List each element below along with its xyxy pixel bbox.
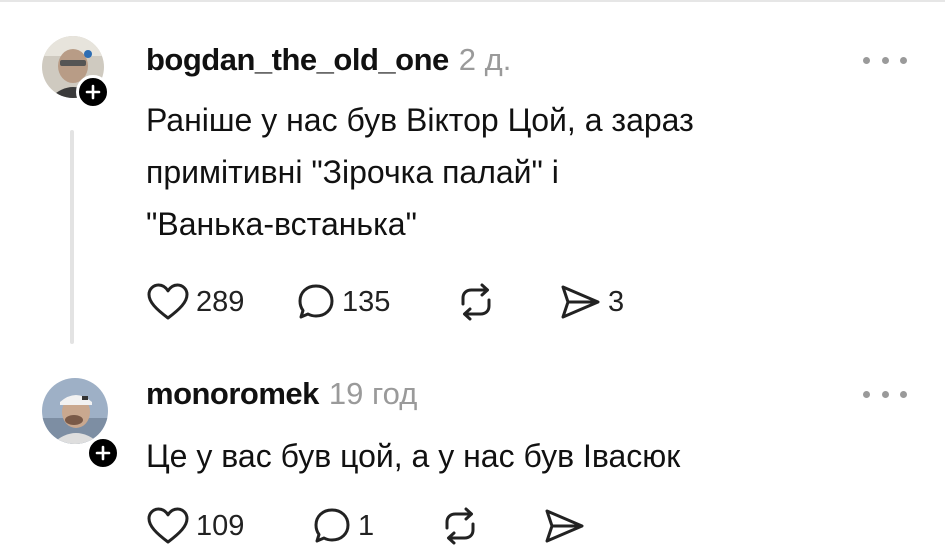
share-button[interactable]: 3: [558, 280, 624, 324]
follow-button[interactable]: [76, 75, 110, 109]
post-text: Це у вас був цой, а у нас був Івасюк: [146, 430, 886, 482]
plus-icon: [85, 84, 101, 100]
reply-button[interactable]: 135: [296, 280, 454, 324]
like-button[interactable]: 289: [146, 280, 296, 324]
repost-arrows-icon: [445, 507, 475, 545]
speech-bubble-icon: [298, 284, 334, 319]
avatar[interactable]: [42, 378, 108, 444]
post-text-line: примітивні "Зірочка палай" і: [146, 154, 559, 190]
timestamp: 19 год: [328, 376, 418, 411]
username[interactable]: bogdan_the_old_one: [146, 42, 449, 78]
post-item: bogdan_the_old_one 2 д. Раніше у нас був…: [0, 0, 945, 360]
heart-icon: [147, 283, 189, 320]
more-options-button[interactable]: [863, 384, 907, 404]
more-options-button[interactable]: [863, 50, 907, 70]
repost-arrows-icon: [461, 283, 491, 321]
heart-icon: [147, 507, 189, 544]
ellipsis-icon: [863, 390, 870, 398]
repost-button[interactable]: [438, 504, 542, 548]
post-header: bogdan_the_old_one 2 д.: [146, 42, 511, 78]
reply-count: 1: [358, 509, 375, 542]
post-text-line: "Ванька-встанька": [146, 206, 417, 242]
post-header: monoromek 19 год: [146, 376, 417, 412]
post-actions: 109 1: [146, 504, 586, 548]
timestamp: 2 д.: [458, 42, 512, 77]
speech-bubble-icon: [314, 508, 350, 543]
send-icon: [561, 285, 600, 319]
follow-button[interactable]: [86, 436, 120, 470]
reply-count: 135: [342, 285, 391, 318]
post-text: Раніше у нас був Віктор Цой, а зараз при…: [146, 94, 886, 250]
thread-line: [70, 130, 74, 344]
plus-icon: [95, 445, 111, 461]
share-count: 3: [608, 285, 625, 318]
share-button[interactable]: [542, 504, 586, 548]
reply-button[interactable]: 1: [312, 504, 438, 548]
username[interactable]: monoromek: [146, 376, 319, 412]
ellipsis-icon: [863, 56, 870, 64]
like-button[interactable]: 109: [146, 504, 312, 548]
post-text-line: Раніше у нас був Віктор Цой, а зараз: [146, 102, 694, 138]
repost-button[interactable]: [454, 280, 558, 324]
like-count: 109: [196, 509, 245, 542]
post-text-line: Це у вас був цой, а у нас був Івасюк: [146, 438, 681, 474]
like-count: 289: [196, 285, 245, 318]
send-icon: [545, 509, 584, 543]
post-item: monoromek 19 год Це у вас був цой, а у н…: [0, 360, 945, 554]
post-actions: 289 135 3: [146, 280, 624, 324]
